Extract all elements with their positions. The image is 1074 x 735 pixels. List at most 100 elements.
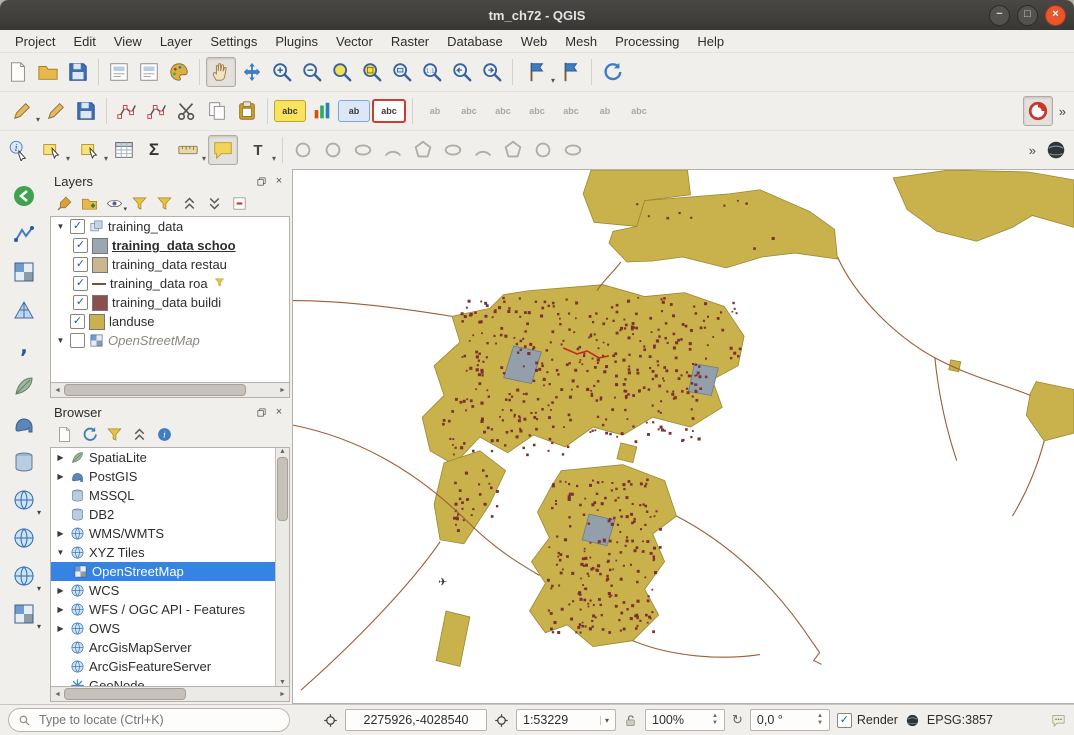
show-bookmarks-button[interactable] <box>557 58 585 86</box>
map-canvas[interactable]: ✈ <box>292 169 1074 704</box>
expander-icon[interactable]: ▼ <box>55 222 66 231</box>
scroll-right-icon[interactable]: ► <box>276 387 289 394</box>
deselect-features-button[interactable]: ▾ <box>72 136 108 164</box>
change-label-button[interactable]: abc <box>555 100 587 122</box>
browser-item-label[interactable]: OpenStreetMap <box>92 564 184 579</box>
browser-item-label[interactable]: ArcGisFeatureServer <box>89 659 211 674</box>
render-toggle[interactable]: ✓ Render <box>837 713 898 728</box>
collapse-all-button[interactable] <box>129 424 149 444</box>
browser-item-label[interactable]: WCS <box>89 583 119 598</box>
refresh-browser-button[interactable] <box>79 424 99 444</box>
layer-training-data-restaurants[interactable]: ✓ training_data restau <box>51 255 289 274</box>
refresh-map-button[interactable] <box>598 58 626 86</box>
layer-training-data-schools[interactable]: ✓ training_data schoo <box>51 236 289 255</box>
messages-balloon-icon[interactable] <box>1051 713 1066 728</box>
layer-label[interactable]: training_data restau <box>112 257 227 272</box>
close-panel-button[interactable]: × <box>272 405 286 419</box>
expander-icon[interactable]: ▶ <box>55 624 66 633</box>
add-group-button[interactable] <box>79 193 99 213</box>
layer-filter-indicator-icon[interactable] <box>214 276 225 291</box>
collapse-all-button[interactable] <box>204 193 224 213</box>
data-source-manager-button[interactable] <box>9 181 39 211</box>
layers-horizontal-scrollbar[interactable]: ◄ ► <box>50 383 290 398</box>
expander-icon[interactable]: ▶ <box>55 586 66 595</box>
browser-item-label[interactable]: ArcGisMapServer <box>89 640 192 655</box>
magnifier-spinbox[interactable]: 100% ▲▼ <box>645 709 725 731</box>
properties-button[interactable] <box>154 424 174 444</box>
cut-features-button[interactable] <box>173 97 201 125</box>
browser-item-postgis[interactable]: ▶ PostGIS <box>51 467 276 486</box>
add-spatialite-layer-button[interactable] <box>9 371 39 401</box>
spin-buttons[interactable]: ▲▼ <box>817 713 823 726</box>
add-vector-layer-button[interactable] <box>9 219 39 249</box>
add-raster-layer-button[interactable] <box>9 257 39 287</box>
layer-training-data-buildings[interactable]: ✓ training_data buildi <box>51 293 289 312</box>
expand-all-button[interactable] <box>179 193 199 213</box>
render-checkbox[interactable]: ✓ <box>837 713 852 728</box>
browser-horizontal-scrollbar[interactable]: ◄ ► <box>50 687 290 702</box>
filter-legend-button[interactable] <box>129 193 149 213</box>
toolbar-overflow-button[interactable]: » <box>1025 143 1040 158</box>
crs-button[interactable]: EPSG:3857 <box>927 713 993 727</box>
ellipse-extent-button[interactable] <box>439 136 467 164</box>
scroll-left-icon[interactable]: ◄ <box>51 387 64 394</box>
arc-by-radius-button[interactable] <box>469 136 497 164</box>
extent-toggle-icon[interactable] <box>494 713 509 728</box>
browser-item-ows[interactable]: ▶ OWS <box>51 619 276 638</box>
layer-training-data-roads[interactable]: ✓ training_data roa <box>51 274 289 293</box>
close-panel-button[interactable]: × <box>272 174 286 188</box>
browser-item-openstreetmap[interactable]: OpenStreetMap <box>51 562 276 581</box>
expander-icon[interactable]: ▼ <box>55 548 66 557</box>
new-bookmark-button[interactable]: ▾ <box>519 58 555 86</box>
circle-3points-button[interactable] <box>319 136 347 164</box>
browser-item-label[interactable]: DB2 <box>89 507 114 522</box>
rotate-label-button[interactable]: abc <box>521 100 553 122</box>
float-panel-button[interactable] <box>254 405 268 419</box>
scroll-left-icon[interactable]: ◄ <box>51 691 64 698</box>
browser-item-arcgis-feature-server[interactable]: ArcGisFeatureServer <box>51 657 276 676</box>
toggle-editing-button[interactable] <box>42 97 70 125</box>
browser-item-label[interactable]: WMS/WMTS <box>89 526 164 541</box>
minimize-button[interactable]: − <box>989 5 1010 26</box>
curved-label-button[interactable]: ab <box>589 100 621 122</box>
vertex-tool-active-layer-button[interactable] <box>143 97 171 125</box>
browser-item-geonode[interactable]: GeoNode <box>51 676 276 687</box>
layer-label[interactable]: landuse <box>109 314 155 329</box>
layer-diagram-button[interactable] <box>308 97 336 125</box>
zoom-to-layer-button[interactable] <box>388 58 416 86</box>
zoom-next-button[interactable] <box>478 58 506 86</box>
manage-map-themes-button[interactable]: ▾ <box>104 193 124 213</box>
layer-checkbox[interactable]: ✓ <box>70 219 85 234</box>
browser-item-arcgis-map-server[interactable]: ArcGisMapServer <box>51 638 276 657</box>
add-postgis-layer-button[interactable] <box>9 409 39 439</box>
layer-label[interactable]: training_data roa <box>110 276 208 291</box>
add-wms-layer-button[interactable]: ▾ <box>9 485 39 515</box>
browser-item-label[interactable]: XYZ Tiles <box>89 545 145 560</box>
ellipse-center-button[interactable] <box>559 136 587 164</box>
pan-to-selection-button[interactable] <box>238 58 266 86</box>
circle-2points-button[interactable] <box>289 136 317 164</box>
measure-button[interactable]: ▾ <box>170 136 206 164</box>
add-mssql-layer-button[interactable] <box>9 447 39 477</box>
layer-labeling-button[interactable]: abc <box>274 100 306 122</box>
menu-layer[interactable]: Layer <box>151 32 202 51</box>
layer-openstreetmap[interactable]: ▼ OpenStreetMap <box>51 331 289 350</box>
scrollbar-thumb[interactable] <box>277 457 288 521</box>
layer-group-training-data[interactable]: ▼ ✓ training_data <box>51 217 289 236</box>
menu-view[interactable]: View <box>105 32 151 51</box>
scroll-down-icon[interactable]: ▼ <box>276 679 289 686</box>
statistical-summary-button[interactable]: Σ <box>140 136 168 164</box>
layer-landuse[interactable]: ✓ landuse <box>51 312 289 331</box>
open-layer-styling-button[interactable] <box>54 193 74 213</box>
browser-item-wfs[interactable]: ▶ WFS / OGC API - Features <box>51 600 276 619</box>
toolbar-overflow-button[interactable]: » <box>1055 104 1070 119</box>
add-delimited-text-button[interactable] <box>9 333 39 363</box>
scale-combo[interactable]: 1:53229 ▾ <box>516 709 616 731</box>
polygon-center-button[interactable] <box>499 136 527 164</box>
add-mesh-layer-button[interactable] <box>9 295 39 325</box>
metasearch-button[interactable] <box>1042 136 1070 164</box>
zoom-out-button[interactable] <box>298 58 326 86</box>
layer-label[interactable]: OpenStreetMap <box>108 333 200 348</box>
browser-item-label[interactable]: OWS <box>89 621 120 636</box>
current-edits-button[interactable]: ▾ <box>4 97 40 125</box>
